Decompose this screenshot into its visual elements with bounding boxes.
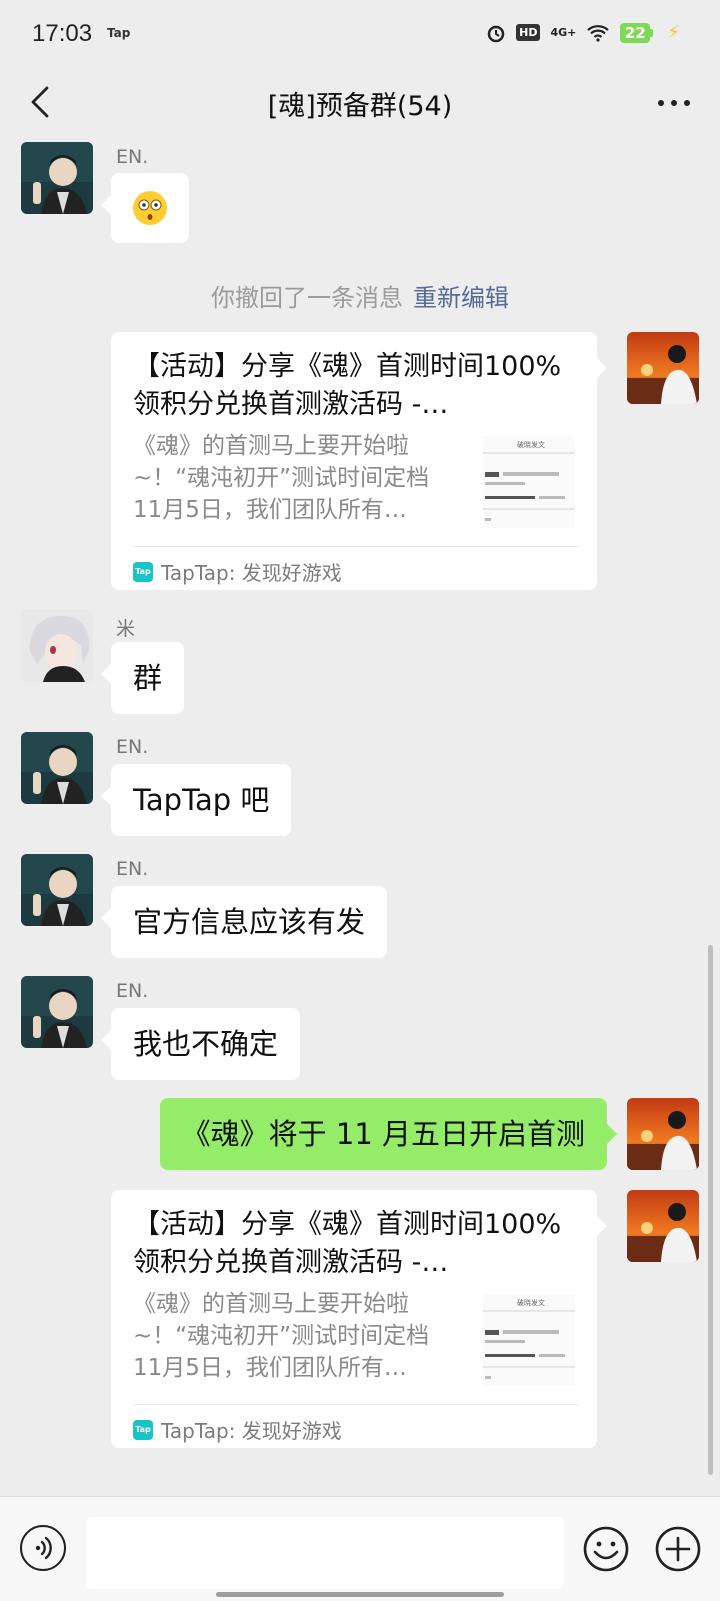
sender-name: EN. bbox=[116, 736, 149, 758]
card-title: 【活动】分享《魂》首测时间100%领积分兑换首测激活码 -… bbox=[133, 351, 562, 420]
battery-level: 22 bbox=[620, 22, 651, 43]
plus-button[interactable] bbox=[654, 1525, 702, 1573]
card-source-text: TapTap: 发现好游戏 bbox=[161, 561, 342, 585]
input-bar bbox=[0, 1496, 720, 1601]
avatar-en[interactable] bbox=[21, 732, 93, 804]
message-bubble[interactable]: 官方信息应该有发 bbox=[100, 886, 388, 958]
avatar-image bbox=[627, 1190, 699, 1262]
status-icons: HD 4G+ 22 ⚡ bbox=[486, 22, 680, 43]
message-list[interactable]: EN. 你撤回了一条消息 重新编辑 【活动】分享《魂》首测时间100%领积分兑换首… bbox=[0, 140, 720, 1496]
recall-notice: 你撤回了一条消息 重新编辑 bbox=[0, 278, 720, 313]
link-card[interactable]: 【活动】分享《魂》首测时间100%领积分兑换首测激活码 -… 《魂》的首测马上要… bbox=[111, 332, 607, 590]
my-message-bubble[interactable]: 《魂》将于 11 月五日开启首测 bbox=[159, 1098, 618, 1170]
plus-icon bbox=[655, 1526, 701, 1572]
message-text: TapTap 吧 bbox=[133, 783, 270, 817]
hd-icon: HD bbox=[516, 24, 541, 41]
message-bubble[interactable]: TapTap 吧 bbox=[100, 764, 292, 836]
status-time: 17:03 bbox=[32, 20, 93, 47]
message-text: 群 bbox=[133, 661, 163, 695]
avatar-me[interactable] bbox=[627, 332, 699, 404]
battery-icon: 22 bbox=[620, 22, 654, 43]
sender-name: EN. bbox=[116, 858, 149, 880]
card-source: Tap TapTap: 发现好游戏 bbox=[133, 1404, 579, 1444]
avatar-image bbox=[627, 1098, 699, 1170]
taptap-logo-icon: Tap bbox=[133, 1419, 153, 1440]
link-card[interactable]: 【活动】分享《魂》首测时间100%领积分兑换首测激活码 -… 《魂》的首测马上要… bbox=[111, 1190, 607, 1448]
avatar-me[interactable] bbox=[627, 1190, 699, 1262]
voice-icon bbox=[35, 1536, 52, 1560]
card-thumbnail: 破晓发文 bbox=[483, 1294, 575, 1386]
signal-icon: 4G+ bbox=[550, 26, 577, 39]
avatar-image bbox=[21, 854, 93, 926]
status-bar: 17:03 Tap HD 4G+ 22 ⚡ bbox=[0, 0, 720, 64]
more-button[interactable] bbox=[652, 88, 696, 118]
avatar-en[interactable] bbox=[21, 142, 93, 214]
card-description: 《魂》的首测马上要开始啦~！“魂沌初开”测试时间定档11月5日，我们团队所有… bbox=[133, 1291, 430, 1381]
card-thumbnail: 破晓发文 bbox=[483, 436, 575, 528]
avatar-image bbox=[21, 142, 93, 214]
avatar-mi[interactable] bbox=[21, 610, 93, 682]
sender-name: EN. bbox=[116, 146, 149, 168]
wifi-icon bbox=[587, 24, 610, 42]
message-bubble[interactable]: 我也不确定 bbox=[100, 1008, 301, 1080]
sender-name: 米 bbox=[116, 618, 136, 640]
chat-header: [魂]预备群(54) bbox=[0, 64, 720, 140]
emoji-button[interactable] bbox=[582, 1525, 630, 1573]
avatar-me[interactable] bbox=[627, 1098, 699, 1170]
avatar-image bbox=[21, 976, 93, 1048]
message-text: 官方信息应该有发 bbox=[133, 905, 366, 939]
smiley-icon bbox=[583, 1526, 629, 1572]
avatar-image bbox=[21, 610, 93, 682]
card-source: Tap TapTap: 发现好游戏 bbox=[133, 546, 579, 586]
voice-button[interactable] bbox=[20, 1525, 66, 1571]
re-edit-link[interactable]: 重新编辑 bbox=[413, 284, 509, 312]
message-bubble[interactable] bbox=[101, 173, 189, 243]
astonished-emoji-icon bbox=[133, 191, 167, 225]
taptap-logo-icon: Tap bbox=[133, 561, 153, 582]
message-text: 我也不确定 bbox=[133, 1027, 279, 1061]
message-bubble[interactable]: 群 bbox=[100, 642, 185, 714]
home-indicator[interactable] bbox=[216, 1592, 504, 1597]
taptap-notification-icon: Tap bbox=[107, 26, 131, 40]
sender-name: EN. bbox=[116, 980, 149, 1002]
message-text: 《魂》将于 11 月五日开启首测 bbox=[181, 1117, 585, 1151]
avatar-image bbox=[627, 332, 699, 404]
avatar-en[interactable] bbox=[21, 854, 93, 926]
more-dots-icon bbox=[658, 100, 690, 106]
card-source-text: TapTap: 发现好游戏 bbox=[161, 1419, 342, 1443]
scrollbar[interactable] bbox=[708, 945, 713, 1475]
card-description: 《魂》的首测马上要开始啦~！“魂沌初开”测试时间定档11月5日，我们团队所有… bbox=[133, 433, 430, 523]
card-title: 【活动】分享《魂》首测时间100%领积分兑换首测激活码 -… bbox=[133, 1209, 562, 1278]
charging-icon: ⚡ bbox=[667, 22, 680, 43]
recall-text: 你撤回了一条消息 bbox=[211, 284, 403, 312]
avatar-image bbox=[21, 732, 93, 804]
alarm-icon bbox=[487, 25, 505, 42]
avatar-en[interactable] bbox=[21, 976, 93, 1048]
message-input[interactable] bbox=[86, 1517, 564, 1589]
chat-title: [魂]预备群(54) bbox=[267, 91, 453, 122]
